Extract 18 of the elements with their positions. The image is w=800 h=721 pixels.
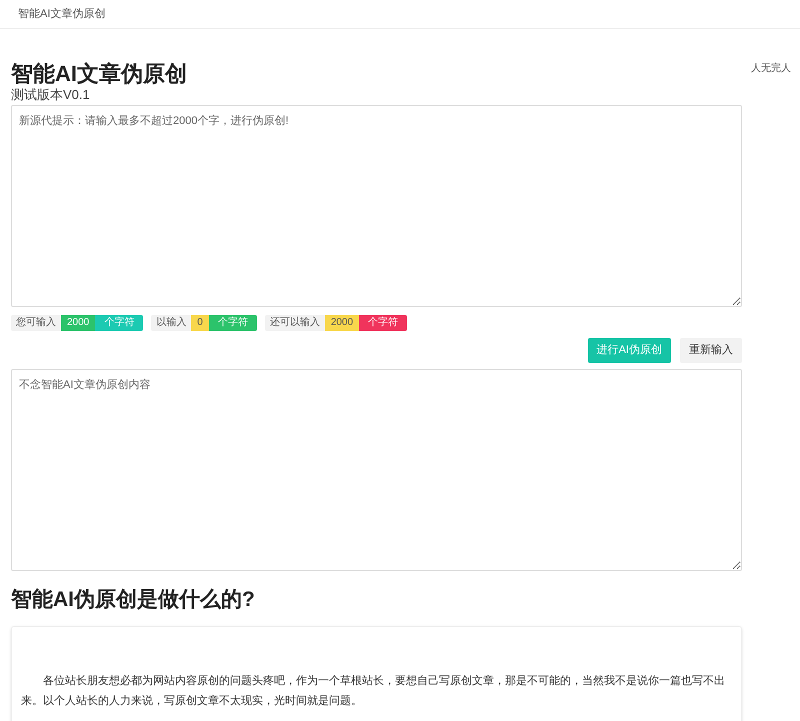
section-heading: 智能AI伪原创是做什么的? [11, 587, 256, 613]
counter-value: 0 [191, 315, 209, 331]
about-paragraph: 各位站长朋友想必都为网站内容原创的问题头疼吧，作为一个草根站长，要想自己写原创文章，那是不可能的，当然我不是说你一篇也写不出来。以个人站长的人力来说，写原创文章不太现实，光时间就是问题。 [21, 674, 726, 709]
page-title: 智能AI文章伪原创 [11, 61, 188, 87]
counter-unit: 个字符 [95, 315, 144, 331]
output-field[interactable]: 不念智能AI文章伪原创内容 [11, 369, 742, 571]
input-field[interactable]: 新源代提示：请输入最多不超过2000个字，进行伪原创! [11, 105, 742, 307]
version-subtitle: 测试版本V0.1 [11, 87, 91, 103]
counter-label: 以输入 [151, 315, 192, 331]
counter-value: 2000 [324, 315, 360, 331]
counter-label: 您可输入 [11, 315, 61, 331]
reset-button[interactable]: 重新输入 [680, 338, 742, 363]
counter-label: 还可以输入 [264, 315, 325, 331]
counter-unit: 个字符 [359, 315, 408, 331]
sidebar-text: 人无完人 [751, 62, 791, 76]
counter-value: 2000 [61, 315, 96, 331]
counter-unit: 个字符 [208, 315, 257, 331]
nav-title[interactable]: 智能AI文章伪原创 [18, 6, 106, 22]
